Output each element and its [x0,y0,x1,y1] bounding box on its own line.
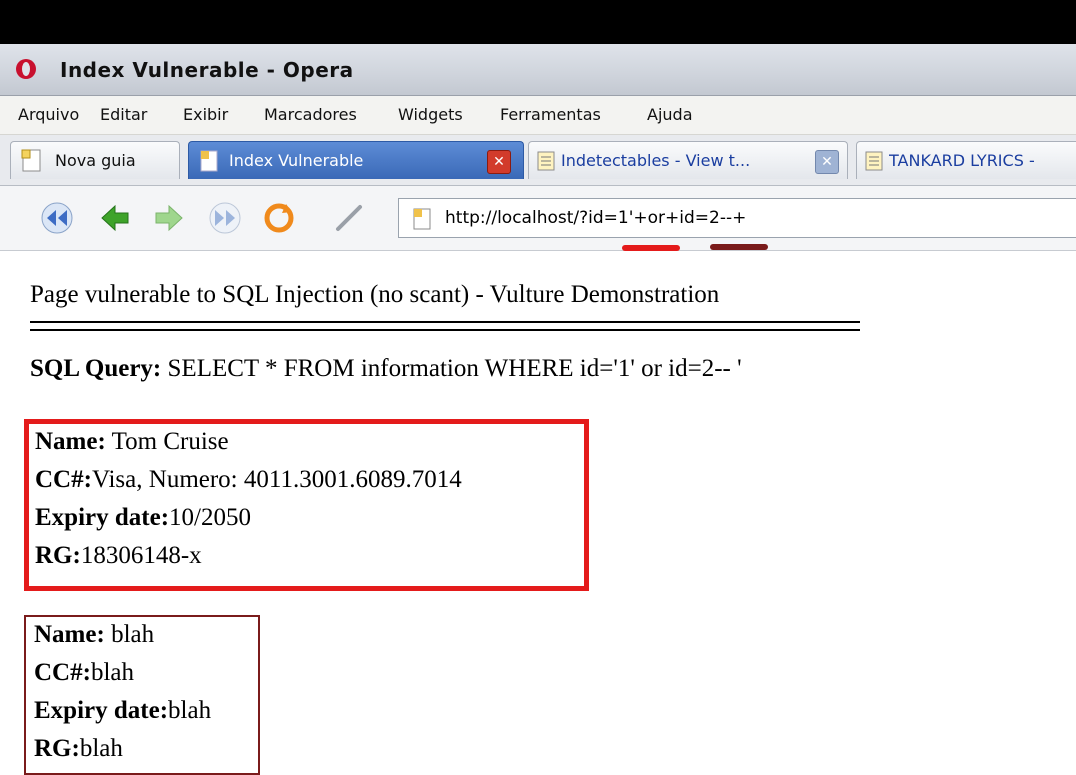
rg-label: RG: [35,542,81,569]
expiry-label: Expiry date: [35,504,170,531]
window-title: Index Vulnerable - Opera [60,58,354,82]
cc-value: Visa, Numero: 4011.3001.6089.7014 [91,466,462,493]
record-cc-line: CC#:blah [34,659,134,687]
name-value: Tom Cruise [105,428,229,455]
name-label: Name: [34,621,105,648]
forward-arrow-icon[interactable] [152,202,186,234]
menu-arquivo[interactable]: Arquivo [18,105,79,124]
tab-bar: Nova guia Index Vulnerable ✕ Indetectabl… [0,135,1076,186]
page-content: Page vulnerable to SQL Injection (no sca… [0,251,1076,775]
sql-query-text: SELECT * FROM information WHERE id='1' o… [161,355,742,382]
tab-indetectables[interactable]: Indetectables - View t... ✕ [528,141,848,179]
sql-query-label: SQL Query: [30,355,162,382]
screen-top-black-bar [0,0,1076,44]
record-cc-line: CC#:Visa, Numero: 4011.3001.6089.7014 [35,466,462,494]
tab-label-nova-guia: Nova guia [55,151,136,170]
expiry-value: 10/2050 [169,504,251,531]
new-page-icon [21,149,41,172]
record-expiry-line: Expiry date:blah [34,697,211,725]
rg-value: 18306148-x [80,542,202,569]
tab-index-vulnerable[interactable]: Index Vulnerable ✕ [188,141,524,179]
close-tab-icon[interactable]: ✕ [815,150,839,174]
tab-tankard-lyrics[interactable]: TANKARD LYRICS - [856,141,1076,179]
menu-ajuda[interactable]: Ajuda [647,105,693,124]
document-icon [865,151,883,171]
page-icon [413,208,431,230]
tab-label-indetectables: Indetectables - View t... [561,151,751,170]
cc-label: CC#: [34,659,91,686]
tab-label-tankard: TANKARD LYRICS - [889,151,1035,170]
page-heading: Page vulnerable to SQL Injection (no sca… [30,281,720,308]
expiry-value: blah [168,697,212,724]
record-rg-line: RG:18306148-x [35,542,202,570]
record-card-highlighted: Name: Tom Cruise CC#:Visa, Numero: 4011.… [24,419,589,591]
tab-nova-guia[interactable]: Nova guia [10,141,180,179]
record-rg-line: RG:blah [34,735,123,763]
record-card: Name: blah CC#:blah Expiry date:blah RG:… [24,615,260,775]
address-bar[interactable]: http://localhost/?id=1'+or+id=2--+ [398,198,1076,238]
address-url: http://localhost/?id=1'+or+id=2--+ [445,208,747,228]
url-highlight-mark-dark [710,244,768,250]
menu-marcadores[interactable]: Marcadores [264,105,357,124]
double-rule-divider [30,321,860,331]
record-name-line: Name: blah [34,621,154,649]
menu-widgets[interactable]: Widgets [398,105,463,124]
cc-label: CC#: [35,466,92,493]
reload-icon[interactable] [262,202,296,234]
expiry-label: Expiry date: [34,697,169,724]
edit-pen-icon[interactable] [332,202,366,234]
rewind-icon[interactable] [40,202,74,234]
menu-exibir[interactable]: Exibir [183,105,228,124]
fast-forward-icon[interactable] [208,202,242,234]
rg-label: RG: [34,735,80,762]
menu-bar: Arquivo Editar Exibir Marcadores Widgets… [0,96,1076,135]
record-expiry-line: Expiry date:10/2050 [35,504,251,532]
name-label: Name: [35,428,106,455]
close-tab-icon[interactable]: ✕ [487,150,511,174]
menu-editar[interactable]: Editar [100,105,147,124]
record-name-line: Name: Tom Cruise [35,428,229,456]
navigation-bar: http://localhost/?id=1'+or+id=2--+ [0,186,1076,251]
page-icon [200,150,218,172]
cc-value: blah [90,659,134,686]
sql-query-line: SQL Query: SELECT * FROM information WHE… [30,355,742,383]
menu-ferramentas[interactable]: Ferramentas [500,105,601,124]
tab-label-index-vulnerable: Index Vulnerable [229,151,364,170]
document-icon [537,151,555,171]
opera-logo-icon [16,59,36,79]
rg-value: blah [79,735,123,762]
window-titlebar: Index Vulnerable - Opera [0,44,1076,96]
back-arrow-icon[interactable] [98,202,132,234]
name-value: blah [104,621,155,648]
